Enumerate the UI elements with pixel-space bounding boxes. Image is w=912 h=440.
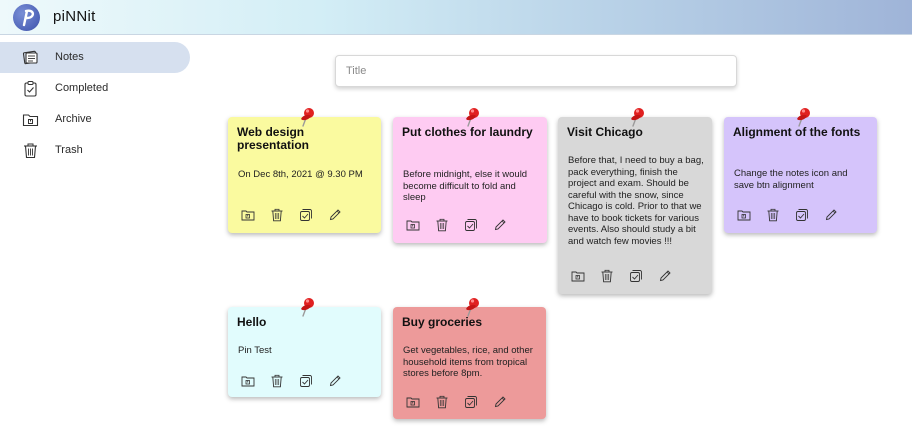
pushpin-icon[interactable] bbox=[300, 107, 316, 127]
edit-icon[interactable] bbox=[328, 374, 342, 388]
note-title: Put clothes for laundry bbox=[402, 125, 533, 139]
complete-icon[interactable] bbox=[464, 395, 478, 409]
edit-icon[interactable] bbox=[824, 208, 838, 222]
note-title: Hello bbox=[237, 315, 267, 329]
note-body: Change the notes icon and save btn align… bbox=[734, 168, 848, 191]
note-body: Before midnight, else it would become di… bbox=[403, 169, 528, 203]
note-body: Pin Test bbox=[238, 345, 272, 356]
note-body: On Dec 8th, 2021 @ 9.30 PM bbox=[238, 169, 363, 180]
complete-icon[interactable] bbox=[629, 269, 643, 283]
note-title: Web design presentation bbox=[237, 125, 310, 152]
sidebar: Notes Completed Archive Trash bbox=[0, 42, 192, 166]
edit-icon[interactable] bbox=[658, 269, 672, 283]
sidebar-item-completed[interactable]: Completed bbox=[0, 73, 192, 104]
pushpin-icon[interactable] bbox=[630, 107, 646, 127]
pushpin-icon[interactable] bbox=[796, 107, 812, 127]
archive-icon[interactable] bbox=[737, 208, 751, 222]
sidebar-item-label: Trash bbox=[55, 144, 83, 156]
trash-icon bbox=[22, 142, 39, 159]
note-title: Buy groceries bbox=[402, 315, 483, 329]
sidebar-item-label: Notes bbox=[55, 51, 84, 63]
app-title: piNNit bbox=[53, 8, 96, 25]
trash-icon[interactable] bbox=[600, 269, 614, 283]
note-actions bbox=[241, 208, 342, 222]
note-title: Alignment of the fonts bbox=[733, 125, 861, 139]
note-actions bbox=[406, 395, 507, 409]
archive-folder-icon bbox=[22, 111, 39, 128]
note-actions bbox=[241, 374, 342, 388]
sidebar-item-label: Archive bbox=[55, 113, 92, 125]
sidebar-item-notes[interactable]: Notes bbox=[0, 42, 190, 73]
note-actions bbox=[737, 208, 838, 222]
trash-icon[interactable] bbox=[435, 395, 449, 409]
trash-icon[interactable] bbox=[766, 208, 780, 222]
pushpin-icon[interactable] bbox=[465, 107, 481, 127]
logo-p-icon bbox=[22, 9, 35, 27]
note-card[interactable]: Web design presentation On Dec 8th, 2021… bbox=[228, 108, 381, 233]
edit-icon[interactable] bbox=[328, 208, 342, 222]
note-actions bbox=[571, 269, 672, 283]
sidebar-item-trash[interactable]: Trash bbox=[0, 135, 192, 166]
complete-icon[interactable] bbox=[464, 218, 478, 232]
note-actions bbox=[406, 218, 507, 232]
note-card[interactable]: Put clothes for laundry Before midnight,… bbox=[393, 108, 547, 243]
note-card[interactable]: Alignment of the fonts Change the notes … bbox=[724, 108, 877, 233]
sidebar-item-label: Completed bbox=[55, 82, 109, 94]
top-bar: piNNit bbox=[0, 0, 912, 35]
edit-icon[interactable] bbox=[493, 395, 507, 409]
trash-icon[interactable] bbox=[435, 218, 449, 232]
note-card[interactable]: Visit Chicago Before that, I need to buy… bbox=[558, 108, 712, 294]
complete-icon[interactable] bbox=[299, 208, 313, 222]
archive-icon[interactable] bbox=[406, 218, 420, 232]
complete-icon[interactable] bbox=[299, 374, 313, 388]
title-input[interactable] bbox=[335, 55, 737, 87]
edit-icon[interactable] bbox=[493, 218, 507, 232]
pushpin-icon[interactable] bbox=[300, 297, 316, 317]
note-card[interactable]: Buy groceries Get vegetables, rice, and … bbox=[393, 298, 546, 419]
notes-icon bbox=[22, 49, 39, 66]
note-card[interactable]: Hello Pin Test bbox=[228, 298, 381, 397]
trash-icon[interactable] bbox=[270, 208, 284, 222]
note-body: Before that, I need to buy a bag, pack e… bbox=[568, 155, 704, 247]
pushpin-icon[interactable] bbox=[465, 297, 481, 317]
archive-icon[interactable] bbox=[241, 208, 255, 222]
sidebar-item-archive[interactable]: Archive bbox=[0, 104, 192, 135]
archive-icon[interactable] bbox=[406, 395, 420, 409]
app-logo[interactable] bbox=[13, 4, 40, 31]
note-body: Get vegetables, rice, and other househol… bbox=[403, 345, 533, 379]
archive-icon[interactable] bbox=[571, 269, 585, 283]
archive-icon[interactable] bbox=[241, 374, 255, 388]
complete-icon[interactable] bbox=[795, 208, 809, 222]
trash-icon[interactable] bbox=[270, 374, 284, 388]
clipboard-check-icon bbox=[22, 80, 39, 97]
note-title: Visit Chicago bbox=[567, 125, 643, 139]
